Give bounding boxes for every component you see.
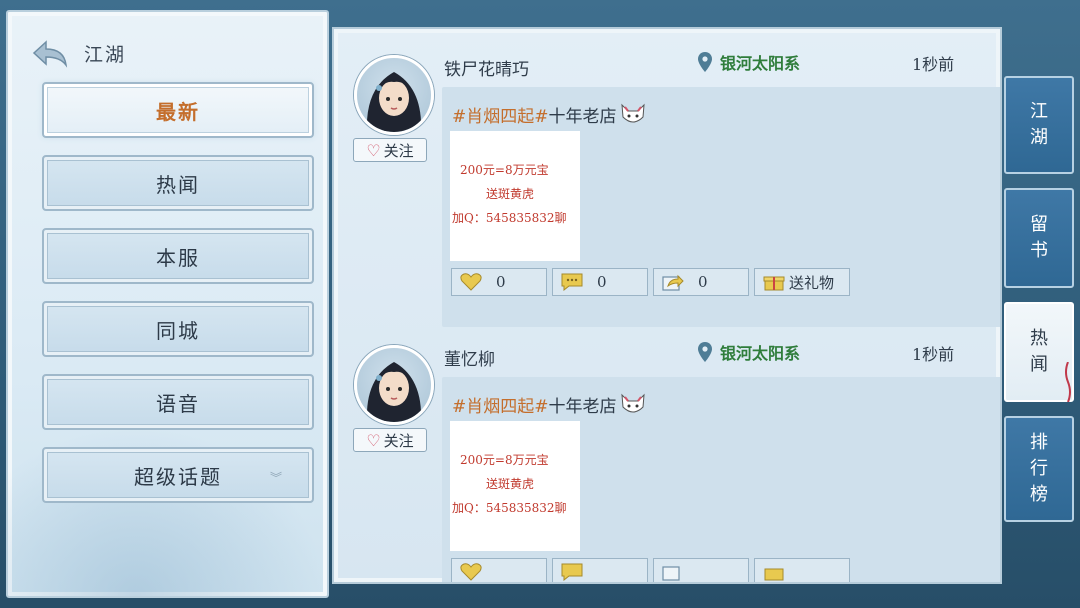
follow-button[interactable]: ♡ 关注 [353, 138, 427, 162]
share-icon [662, 274, 684, 291]
image-text-line: 送斑黄虎 [486, 187, 535, 201]
avatar[interactable] [354, 55, 434, 135]
share-button[interactable] [653, 558, 749, 582]
left-menu-panel: 江湖 最新 热闻 本服 同城 语音 超级话题 ︾ [6, 10, 329, 598]
heart-icon [460, 273, 482, 291]
menu-item-label: 同城 [156, 318, 200, 343]
avatar[interactable] [354, 345, 434, 425]
gift-box-icon [764, 568, 784, 581]
like-count: 0 [496, 273, 506, 291]
location: 银河太阳系 [698, 50, 800, 74]
menu-item-label: 热闻 [156, 172, 200, 197]
location-pin-icon [698, 52, 712, 72]
location-text: 银河太阳系 [720, 54, 801, 73]
follow-button[interactable]: ♡ 关注 [353, 428, 427, 452]
tassel-icon [1065, 362, 1071, 402]
menu-item-label: 最新 [156, 99, 200, 124]
topic-tag[interactable]: #肖烟四起# [452, 102, 549, 127]
share-count: 0 [698, 273, 708, 291]
location-pin-icon [698, 342, 712, 362]
location-text: 银河太阳系 [720, 344, 801, 363]
share-button[interactable]: 0 [653, 268, 749, 296]
post-time: 1秒前 [912, 345, 955, 364]
send-gift-button[interactable]: 送礼物 [754, 268, 850, 296]
image-text-line: 200元=8万元宝 [460, 453, 549, 467]
back-arrow-icon[interactable] [30, 38, 74, 68]
tab-label: 留书 [1030, 214, 1048, 261]
image-text-line: 200元=8万元宝 [460, 163, 549, 177]
tab-label: 江湖 [1030, 101, 1048, 148]
heart-outline-icon: ♡ [366, 140, 381, 160]
gift-label: 送礼物 [789, 273, 835, 292]
chevron-down-icon: ︾ [269, 471, 284, 485]
heart-icon [460, 563, 482, 581]
location: 银河太阳系 [698, 340, 800, 364]
follow-label: 关注 [383, 431, 414, 450]
send-gift-button[interactable] [754, 558, 850, 582]
username[interactable]: 董忆柳 [444, 345, 495, 370]
menu-item-label: 语音 [156, 391, 200, 416]
like-button[interactable] [451, 558, 547, 582]
topic-tag[interactable]: #肖烟四起# [452, 392, 549, 417]
post-image[interactable]: 200元=8万元宝 送斑黄虎 加Q：545835832聊 [450, 421, 580, 551]
panel-title: 江湖 [84, 43, 127, 66]
menu-item-hot-news[interactable]: 热闻 [42, 155, 314, 211]
menu-item-latest[interactable]: 最新 [42, 82, 314, 138]
post-content-card: #肖烟四起# 十年老店 200元=8万元宝 送斑黄虎 加Q：545835832聊 [442, 377, 1000, 582]
post-body: 十年老店 [548, 106, 617, 127]
avatar-portrait-icon [366, 362, 422, 422]
menu-item-label: 本服 [156, 245, 200, 270]
follow-label: 关注 [383, 141, 414, 160]
comment-button[interactable]: 0 [552, 268, 648, 296]
username[interactable]: 铁尸花晴巧 [444, 55, 529, 80]
menu-item-voice[interactable]: 语音 [42, 374, 314, 430]
like-button[interactable]: 0 [451, 268, 547, 296]
feed-panel[interactable]: ♡ 关注 铁尸花晴巧 银河太阳系 1秒前 #肖烟四起# 十年老店 200元=8万… [332, 27, 1002, 584]
comment-count: 0 [597, 273, 607, 291]
post-content-card: #肖烟四起# 十年老店 200元=8万元宝 送斑黄虎 加Q：545835832聊 [442, 87, 1000, 327]
comment-button[interactable] [552, 558, 648, 582]
post-text: #肖烟四起# 十年老店 [452, 391, 647, 417]
menu-item-same-city[interactable]: 同城 [42, 301, 314, 357]
image-text-line: 加Q：545835832聊 [452, 501, 567, 515]
comment-bubble-icon [561, 273, 583, 291]
fox-mask-icon [620, 393, 645, 413]
tab-label: 排行榜 [1030, 432, 1048, 505]
image-text-line: 送斑黄虎 [486, 477, 535, 491]
post-actions [451, 558, 850, 582]
post-time: 1秒前 [912, 55, 955, 74]
heart-outline-icon: ♡ [366, 430, 381, 450]
post-body: 十年老店 [548, 396, 617, 417]
menu-item-super-topic[interactable]: 超级话题 ︾ [42, 447, 314, 503]
share-icon [662, 566, 680, 581]
fox-mask-icon [620, 103, 645, 123]
tab-leaderboard[interactable]: 排行榜 [1004, 416, 1074, 522]
panel-header: 江湖 [30, 38, 126, 68]
tab-message-board[interactable]: 留书 [1004, 188, 1074, 288]
tab-label: 热闻 [1030, 328, 1048, 375]
post-text: #肖烟四起# 十年老店 [452, 101, 647, 127]
menu-item-label: 超级话题 [134, 464, 222, 489]
menu-item-this-server[interactable]: 本服 [42, 228, 314, 284]
post-actions: 0 0 0 送礼物 [451, 268, 850, 296]
gift-box-icon [763, 276, 785, 291]
tab-jianghu[interactable]: 江湖 [1004, 76, 1074, 174]
image-text-line: 加Q：545835832聊 [452, 211, 567, 225]
avatar-portrait-icon [366, 72, 422, 132]
comment-bubble-icon [561, 563, 583, 581]
post-image[interactable]: 200元=8万元宝 送斑黄虎 加Q：545835832聊 [450, 131, 580, 261]
